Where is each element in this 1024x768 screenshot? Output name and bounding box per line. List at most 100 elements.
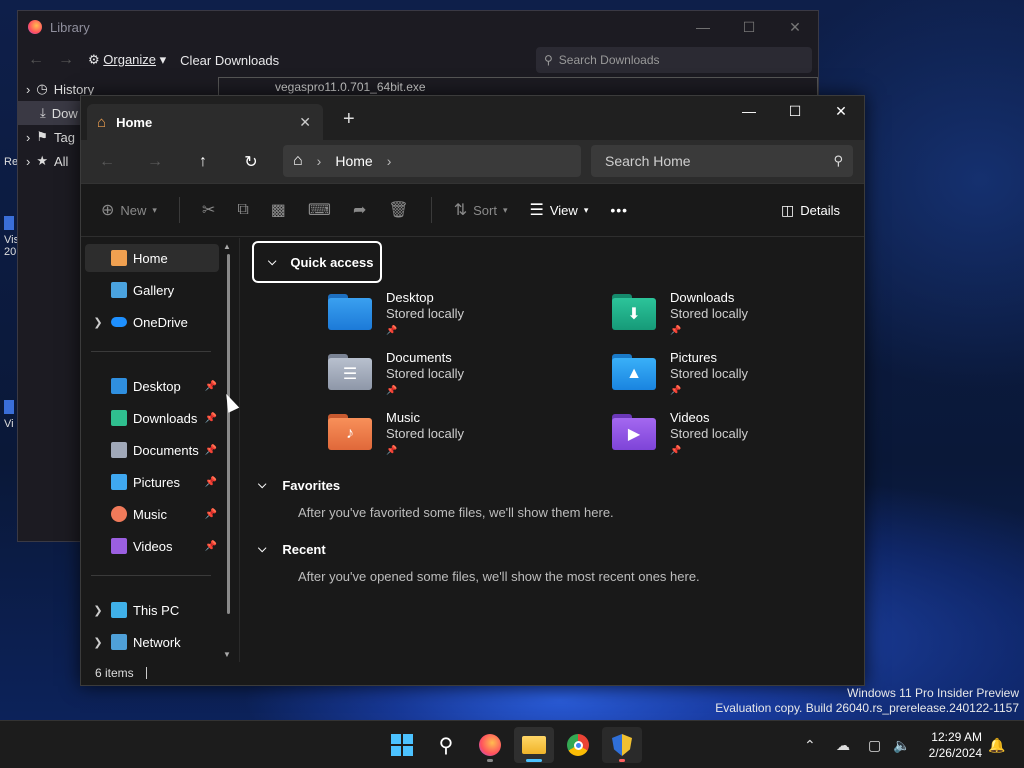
taskbar-firefox[interactable] <box>470 727 510 763</box>
quick-access-item[interactable]: Desktop Stored locally 📌 <box>328 290 464 338</box>
close-icon[interactable]: ✕ <box>772 19 818 36</box>
sidebar-item-downloads[interactable]: Downloads 📌 <box>85 404 219 432</box>
pin-icon[interactable]: 📌 <box>205 413 217 424</box>
search-input[interactable]: Search Home ⚲ <box>591 145 853 177</box>
downloads-folder-icon: ⬇ <box>612 294 656 330</box>
chevron-right-icon[interactable]: › <box>387 153 392 169</box>
sidebar-item-onedrive[interactable]: ❯ OneDrive <box>85 308 219 336</box>
new-button[interactable]: ⊕ New ▾ <box>101 200 157 220</box>
tab-home[interactable]: ⌂ Home ✕ <box>87 104 323 140</box>
pin-icon[interactable]: 📌 <box>205 477 217 488</box>
minimize-icon[interactable]: — <box>726 96 772 126</box>
details-pane-button[interactable]: ◫ Details <box>781 202 840 219</box>
forward-arrow-icon[interactable]: → <box>58 51 74 69</box>
address-bar[interactable]: ⌂ › Home › <box>283 145 581 177</box>
sidebar-item-documents[interactable]: Documents 📌 <box>85 436 219 464</box>
close-icon[interactable]: ✕ <box>818 96 864 126</box>
delete-button[interactable]: 🗑 <box>388 200 408 220</box>
download-list-item[interactable]: vegaspro11.0.701_64bit.exe <box>218 77 818 97</box>
paste-button[interactable]: ▩ <box>271 200 286 220</box>
pin-icon: 📌 <box>670 385 682 395</box>
pin-icon[interactable]: 📌 <box>205 541 217 552</box>
minimize-icon[interactable]: — <box>680 19 726 36</box>
forward-arrow-icon[interactable]: → <box>139 148 171 176</box>
chevron-right-icon[interactable]: › <box>317 153 322 169</box>
cut-button[interactable]: ✂ <box>202 200 215 220</box>
chevron-right-icon[interactable]: ❯ <box>85 316 111 329</box>
share-button[interactable]: ➦ <box>353 200 366 220</box>
sidebar-item-music[interactable]: Music 📌 <box>85 500 219 528</box>
sidebar-item-gallery[interactable]: Gallery <box>85 276 219 304</box>
copy-button[interactable]: ⧉ <box>237 201 248 219</box>
pin-icon[interactable]: 📌 <box>205 509 217 520</box>
more-options-button[interactable]: ••• <box>610 202 628 218</box>
scroll-up-icon[interactable]: ▲ <box>223 242 231 251</box>
quick-access-item[interactable]: ▲ Pictures Stored locally 📌 <box>612 350 748 398</box>
sidebar-scrollbar[interactable] <box>227 254 230 614</box>
sidebar-item-label: This PC <box>133 602 180 618</box>
network-tray[interactable]: ▢ <box>868 721 881 768</box>
clock[interactable]: 12:29 AM 2/26/2024 <box>929 729 982 761</box>
organize-button[interactable]: ⚙ Organize ▾ <box>88 52 166 68</box>
recent-empty-message: After you've opened some files, we'll sh… <box>298 569 700 584</box>
library-title-bar[interactable]: Library — ☐ ✕ <box>18 11 818 43</box>
quick-access-item[interactable]: ♪ Music Stored locally 📌 <box>328 410 464 458</box>
sidebar-item-this-pc[interactable]: ❯ This PC <box>85 596 219 624</box>
home-icon <box>111 250 127 266</box>
gallery-icon <box>111 282 127 298</box>
pin-icon[interactable]: 📌 <box>205 381 217 392</box>
desktop-icon[interactable]: Vi <box>4 400 14 430</box>
recent-header[interactable]: ⌵ Recent <box>258 542 326 557</box>
favorites-header[interactable]: ⌵ Favorites <box>258 478 340 493</box>
sidebar-item-pictures[interactable]: Pictures 📌 <box>85 468 219 496</box>
close-tab-icon[interactable]: ✕ <box>299 114 311 131</box>
watermark-line: Windows 11 Pro Insider Preview <box>847 686 1019 700</box>
up-arrow-icon[interactable]: ↑ <box>187 148 219 176</box>
notifications-button[interactable]: 🔔 <box>988 721 1005 768</box>
sidebar-item-desktop[interactable]: Desktop 📌 <box>85 372 219 400</box>
refresh-icon[interactable]: ↻ <box>235 148 267 176</box>
desktop-icon-label[interactable]: Re <box>4 156 18 168</box>
sidebar-item-label: Documents <box>133 442 199 458</box>
library-search-input[interactable]: ⚲ Search Downloads <box>536 47 812 73</box>
volume-tray[interactable]: 🔈 <box>893 721 910 768</box>
chevron-right-icon[interactable]: ❯ <box>85 604 111 617</box>
quick-access-item[interactable]: ⬇ Downloads Stored locally 📌 <box>612 290 748 338</box>
sidebar-item-label: Videos <box>133 538 173 554</box>
rename-button[interactable]: ⌨ <box>308 200 331 220</box>
scroll-down-icon[interactable]: ▼ <box>223 650 231 659</box>
sort-icon: ⇅ <box>453 202 468 219</box>
pin-icon: 📌 <box>670 325 682 335</box>
sort-button[interactable]: ⇅ Sort ▾ <box>454 200 508 220</box>
sidebar-item-label: Network <box>133 634 181 650</box>
quick-access-item[interactable]: ▶ Videos Stored locally 📌 <box>612 410 748 458</box>
desktop-icon-label: 20 <box>4 246 17 258</box>
back-arrow-icon[interactable]: ← <box>28 51 44 69</box>
start-button[interactable] <box>382 727 422 763</box>
cloud-offline-icon: ☁ <box>836 736 850 753</box>
maximize-icon[interactable]: ☐ <box>772 96 818 126</box>
maximize-icon[interactable]: ☐ <box>726 19 772 36</box>
back-arrow-icon[interactable]: ← <box>91 148 123 176</box>
sidebar-item-videos[interactable]: Videos 📌 <box>85 532 219 560</box>
new-tab-icon[interactable]: + <box>343 108 355 131</box>
view-button[interactable]: ☰ View ▾ <box>530 200 589 220</box>
search-button[interactable]: ⚲ <box>426 727 466 763</box>
command-bar: ⊕ New ▾ ✂ ⧉ ▩ ⌨ ➦ 🗑 ⇅ Sort ▾ ☰ View ▾ ••• ◫ De… <box>81 184 864 237</box>
taskbar-file-explorer[interactable] <box>514 727 554 763</box>
this-pc-icon <box>111 602 127 618</box>
item-name: Pictures <box>670 350 717 365</box>
breadcrumb-home[interactable]: Home <box>335 153 372 169</box>
sidebar-item-network[interactable]: ❯ Network <box>85 628 219 656</box>
sidebar-item-home[interactable]: Home <box>85 244 219 272</box>
quick-access-item[interactable]: ☰ Documents Stored locally 📌 <box>328 350 464 398</box>
onedrive-tray[interactable]: ☁ <box>836 721 850 768</box>
chevron-right-icon[interactable]: ❯ <box>85 636 111 649</box>
taskbar-security[interactable] <box>602 727 642 763</box>
item-count: 6 items <box>95 666 134 680</box>
pin-icon[interactable]: 📌 <box>205 445 217 456</box>
show-hidden-icons-button[interactable]: ⌃ <box>804 721 816 768</box>
taskbar-chrome[interactable] <box>558 727 598 763</box>
clear-downloads-button[interactable]: Clear Downloads <box>180 53 279 68</box>
quick-access-header[interactable]: ⌵ Quick access <box>252 241 382 283</box>
